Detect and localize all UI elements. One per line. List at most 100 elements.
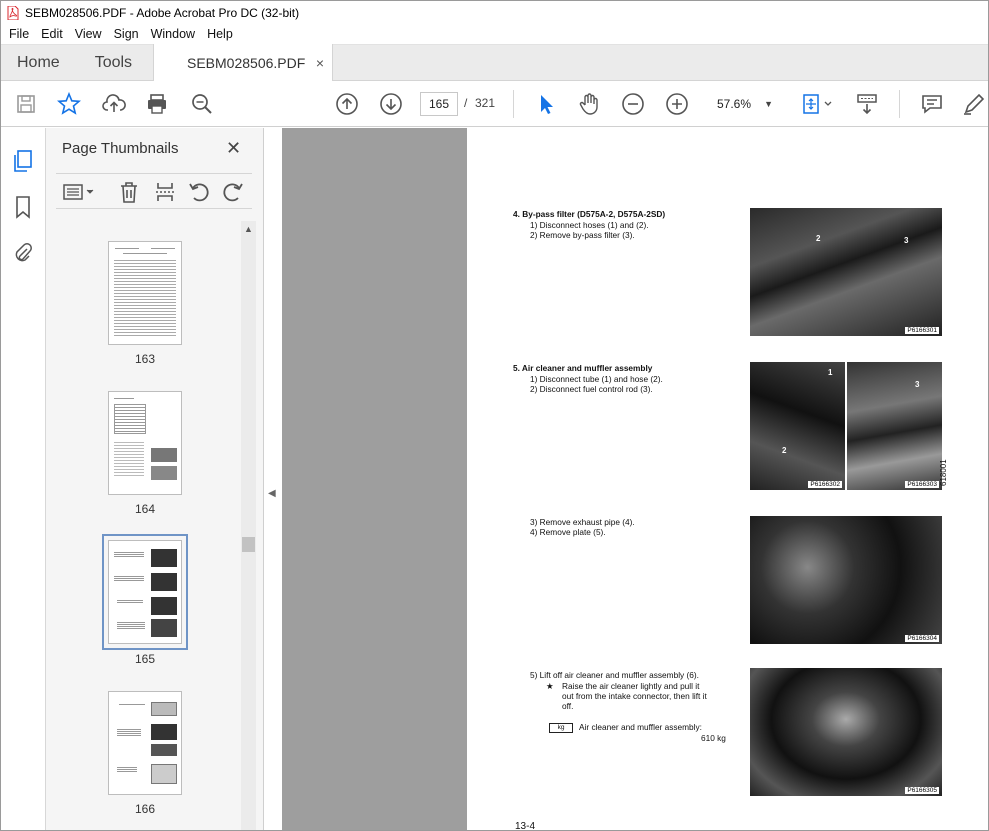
upload-cloud-icon[interactable] bbox=[101, 91, 127, 117]
section-heading: 4. By-pass filter (D575A-2, D575A-2SD) bbox=[513, 209, 666, 219]
figure-photo: P6166304 bbox=[750, 516, 942, 644]
acrobat-logo-icon bbox=[7, 5, 19, 20]
menu-edit[interactable]: Edit bbox=[35, 27, 69, 41]
pdf-page: 4. By-pass filter (D575A-2, D575A-2SD) 1… bbox=[467, 128, 988, 831]
left-navigation-rail bbox=[1, 128, 46, 830]
select-cursor-icon[interactable] bbox=[533, 91, 559, 117]
note-line: out from the intake connector, then lift… bbox=[562, 691, 707, 701]
menu-sign[interactable]: Sign bbox=[108, 27, 145, 41]
main-toolbar: 165 / 321 57.6% ▼ bbox=[1, 81, 988, 127]
menu-bar: File Edit View Sign Window Help bbox=[1, 24, 988, 44]
thumbnail-label: 166 bbox=[134, 802, 156, 816]
menu-help[interactable]: Help bbox=[201, 27, 239, 41]
callout-number: 3 bbox=[904, 236, 909, 245]
save-icon[interactable] bbox=[13, 91, 39, 117]
step-text: 1) Disconnect tube (1) and hose (2). bbox=[530, 374, 663, 384]
rotate-counterclockwise-icon[interactable] bbox=[187, 180, 211, 204]
fit-page-icon[interactable] bbox=[799, 91, 835, 117]
zoom-level-select[interactable]: 57.6% ▼ bbox=[707, 92, 779, 116]
figure-label: P6166304 bbox=[905, 635, 939, 642]
panel-title: Page Thumbnails bbox=[62, 140, 179, 157]
callout-number: 2 bbox=[816, 234, 821, 243]
step-text: 1) Disconnect hoses (1) and (2). bbox=[530, 220, 649, 230]
weight-symbol: kg bbox=[549, 723, 573, 733]
section-heading: 5. Air cleaner and muffler assembly bbox=[513, 363, 653, 373]
find-zoom-icon[interactable] bbox=[189, 91, 215, 117]
figure-label: P6166301 bbox=[905, 327, 939, 334]
figure-label: P6166305 bbox=[905, 787, 939, 794]
page-separator: / bbox=[464, 96, 468, 110]
figure-label: P6166302 bbox=[808, 481, 842, 488]
thumbnail-scrollbar[interactable]: ▲ bbox=[241, 221, 256, 830]
window-title: SEBM028506.PDF - Adobe Acrobat Pro DC (3… bbox=[25, 5, 300, 20]
acrobat-window: SEBM028506.PDF - Adobe Acrobat Pro DC (3… bbox=[0, 0, 989, 831]
tab-home[interactable]: Home bbox=[1, 45, 79, 80]
thumbnail-page-166[interactable] bbox=[108, 691, 182, 795]
callout-number: 2 bbox=[782, 446, 787, 455]
previous-page-icon[interactable] bbox=[334, 91, 360, 117]
figure-label: P6166303 bbox=[905, 481, 939, 488]
page-thumbnails-panel: Page Thumbnails ✕ 163 164 165 166 ▲ bbox=[46, 128, 264, 830]
collapse-panel-icon[interactable]: ◀ bbox=[268, 488, 276, 499]
callout-number: 3 bbox=[915, 380, 920, 389]
bookmarks-icon[interactable] bbox=[11, 195, 35, 219]
rotate-clockwise-icon[interactable] bbox=[221, 180, 245, 204]
comment-icon[interactable] bbox=[919, 91, 945, 117]
hand-tool-icon[interactable] bbox=[576, 91, 602, 117]
close-tab-icon[interactable]: × bbox=[316, 55, 324, 71]
page-thumbnails-icon[interactable] bbox=[11, 149, 35, 173]
weight-label: Air cleaner and muffler assembly: bbox=[579, 722, 702, 732]
close-panel-icon[interactable]: ✕ bbox=[226, 138, 241, 159]
thumbnail-options-menu-icon[interactable] bbox=[62, 180, 96, 204]
thumbnail-toolbar bbox=[56, 173, 252, 209]
title-bar: SEBM028506.PDF - Adobe Acrobat Pro DC (3… bbox=[1, 1, 988, 24]
figure-photo: P6166305 bbox=[750, 668, 942, 796]
menu-view[interactable]: View bbox=[69, 27, 108, 41]
note-line: off. bbox=[562, 701, 574, 711]
page-footer-number: 13-4 bbox=[515, 821, 536, 831]
document-tab-label: SEBM028506.PDF bbox=[187, 55, 306, 71]
thumbnail-page-163[interactable] bbox=[108, 241, 182, 345]
callout-number: 1 bbox=[828, 368, 833, 377]
page-number-input[interactable]: 165 bbox=[420, 92, 458, 116]
step-text: 3) Remove exhaust pipe (4). bbox=[530, 517, 635, 527]
highlight-pen-icon[interactable] bbox=[961, 91, 987, 117]
scrollbar-thumb[interactable] bbox=[242, 537, 255, 552]
step-text: 2) Remove by-pass filter (3). bbox=[530, 230, 635, 240]
chevron-down-icon: ▼ bbox=[764, 99, 773, 109]
zoom-value: 57.6% bbox=[717, 97, 752, 111]
menu-window[interactable]: Window bbox=[145, 27, 201, 41]
split-page-icon[interactable] bbox=[153, 180, 177, 204]
tab-bar: Home Tools SEBM028506.PDF × bbox=[1, 44, 988, 82]
figure-photo: 1 2 P6166302 bbox=[750, 362, 845, 490]
thumbnail-page-165[interactable] bbox=[102, 534, 188, 650]
scroll-up-icon[interactable]: ▲ bbox=[244, 224, 253, 234]
zoom-out-icon[interactable] bbox=[620, 91, 646, 117]
next-page-icon[interactable] bbox=[378, 91, 404, 117]
thumbnail-page-164[interactable] bbox=[108, 391, 182, 495]
note-star: ★ bbox=[546, 681, 554, 691]
zoom-in-icon[interactable] bbox=[664, 91, 690, 117]
tab-tools[interactable]: Tools bbox=[79, 45, 148, 80]
figure-photo: 2 3 P6166301 bbox=[750, 208, 942, 336]
figure-photo: 3 P6166303 bbox=[847, 362, 942, 490]
toolbar-divider bbox=[513, 90, 514, 118]
bookmark-star-icon[interactable] bbox=[56, 91, 82, 117]
thumbnail-label: 163 bbox=[134, 352, 156, 366]
thumbnail-label: 164 bbox=[134, 502, 156, 516]
note-line: Raise the air cleaner lightly and pull i… bbox=[562, 681, 700, 691]
attachments-paperclip-icon[interactable] bbox=[11, 241, 35, 265]
weight-value: 610 kg bbox=[701, 733, 726, 743]
step-text: 2) Disconnect fuel control rod (3). bbox=[530, 384, 653, 394]
print-icon[interactable] bbox=[144, 91, 170, 117]
step-text: 5) Lift off air cleaner and muffler asse… bbox=[530, 670, 699, 680]
toolbar-divider bbox=[899, 90, 900, 118]
tab-document[interactable]: SEBM028506.PDF × bbox=[153, 44, 333, 82]
side-page-code: 618001 bbox=[939, 459, 948, 486]
total-pages: 321 bbox=[475, 96, 496, 110]
scroll-mode-icon[interactable] bbox=[854, 91, 880, 117]
delete-trash-icon[interactable] bbox=[117, 180, 141, 204]
step-text: 4) Remove plate (5). bbox=[530, 527, 606, 537]
menu-file[interactable]: File bbox=[3, 27, 35, 41]
document-view: 4. By-pass filter (D575A-2, D575A-2SD) 1… bbox=[282, 128, 988, 831]
